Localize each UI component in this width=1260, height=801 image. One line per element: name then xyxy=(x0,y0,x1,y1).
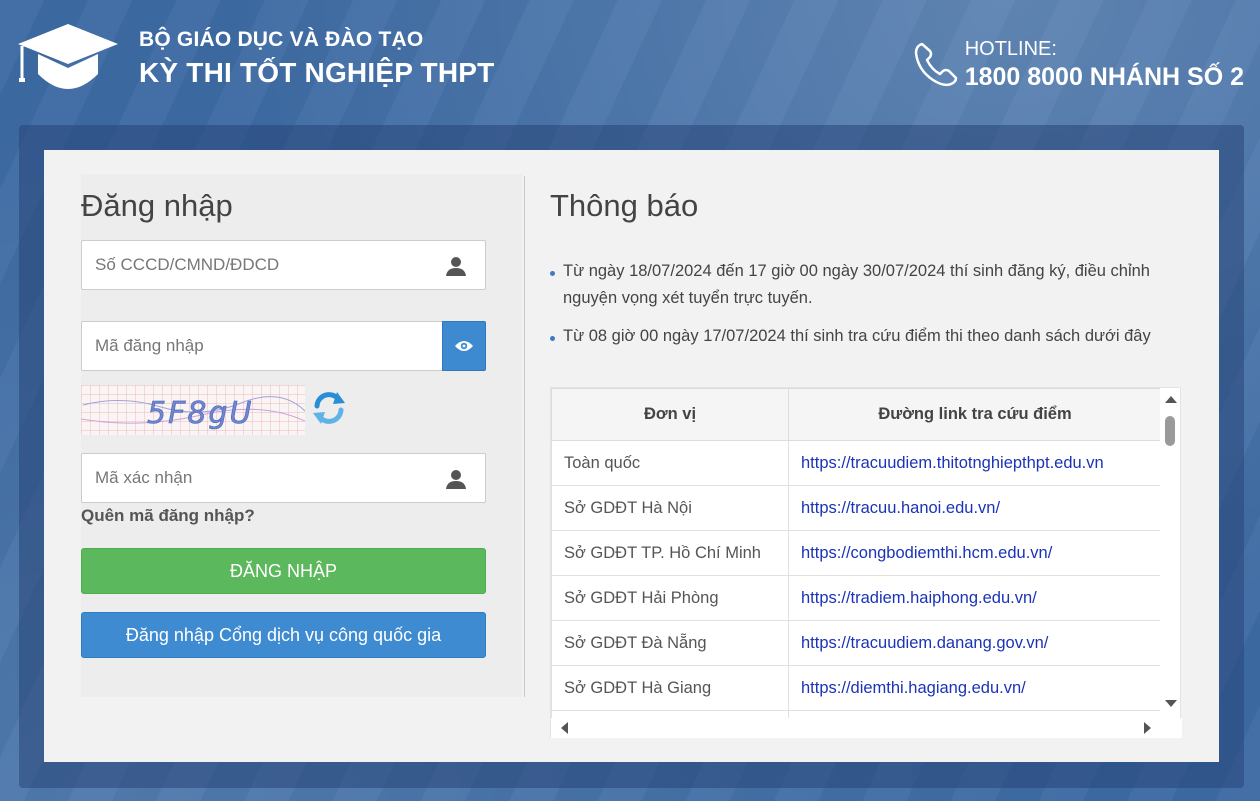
scroll-up-arrow-icon[interactable] xyxy=(1165,396,1177,403)
score-lookup-link[interactable]: https://congbodiemthi.hcm.edu.vn/ xyxy=(801,544,1052,562)
panel-divider xyxy=(524,176,525,697)
graduation-cap-icon[interactable] xyxy=(16,22,120,96)
unit-cell xyxy=(551,710,789,718)
link-cell: https://tracuudiem.danang.gov.vn/ xyxy=(788,620,1162,666)
notice-title: Thông báo xyxy=(550,188,699,223)
show-password-button[interactable] xyxy=(442,321,486,371)
unit-cell: Sở GDĐT Hà Giang xyxy=(551,665,789,711)
column-header-link: Đường link tra cứu điểm xyxy=(788,388,1162,441)
forgot-code-link[interactable]: Quên mã đăng nhập? xyxy=(81,506,255,526)
hotline-number: 1800 8000 NHÁNH SỐ 2 xyxy=(964,63,1244,91)
score-lookup-link[interactable]: https://tracuudiem.thitotnghiepthpt.edu.… xyxy=(801,454,1104,472)
score-lookup-link[interactable]: https://tradiem.haiphong.edu.vn/ xyxy=(801,589,1037,607)
table-row xyxy=(551,710,1162,718)
password-field-wrapper xyxy=(81,321,443,371)
user-icon xyxy=(446,470,466,489)
scroll-right-arrow-icon[interactable] xyxy=(1144,722,1151,734)
score-lookup-link[interactable]: https://tracuudiem.danang.gov.vn/ xyxy=(801,634,1048,652)
table-row: Toàn quốc https://tracuudiem.thitotnghie… xyxy=(551,440,1162,486)
vertical-scrollbar[interactable] xyxy=(1160,388,1180,718)
table-row: Sở GDĐT Hà Giang https://diemthi.hagiang… xyxy=(551,665,1162,711)
link-cell: https://congbodiemthi.hcm.edu.vn/ xyxy=(788,530,1162,576)
scroll-left-arrow-icon[interactable] xyxy=(561,722,568,734)
unit-cell: Sở GDĐT TP. Hồ Chí Minh xyxy=(551,530,789,576)
brand: BỘ GIÁO DỤC VÀ ĐÀO TẠO KỲ THI TỐT NGHIỆP… xyxy=(139,28,494,89)
link-cell: https://diemthi.hagiang.edu.vn/ xyxy=(788,665,1162,711)
site-header: BỘ GIÁO DỤC VÀ ĐÀO TẠO KỲ THI TỐT NGHIỆP… xyxy=(0,0,1260,124)
table-row: Sở GDĐT Đà Nẵng https://tracuudiem.danan… xyxy=(551,620,1162,666)
score-lookup-link[interactable]: https://tracuu.hanoi.edu.vn/ xyxy=(801,499,1000,517)
table-header-row: Đơn vị Đường link tra cứu điểm xyxy=(551,388,1162,441)
id-number-input[interactable] xyxy=(82,241,485,289)
login-button[interactable]: ĐĂNG NHẬP xyxy=(81,548,486,594)
link-cell xyxy=(788,710,1162,718)
link-cell: https://tracuu.hanoi.edu.vn/ xyxy=(788,485,1162,531)
captcha-input[interactable] xyxy=(82,454,485,502)
id-field-wrapper xyxy=(81,240,486,290)
hotline: HOTLINE: 1800 8000 NHÁNH SỐ 2 xyxy=(913,38,1244,92)
ministry-name: BỘ GIÁO DỤC VÀ ĐÀO TẠO xyxy=(139,28,424,51)
refresh-captcha-icon[interactable] xyxy=(311,390,347,426)
captcha-field-wrapper xyxy=(81,453,486,503)
unit-cell: Toàn quốc xyxy=(551,440,789,486)
unit-cell: Sở GDĐT Hải Phòng xyxy=(551,575,789,621)
login-code-input[interactable] xyxy=(82,322,442,370)
notice-item: Từ ngày 18/07/2024 đến 17 giờ 00 ngày 30… xyxy=(550,258,1170,312)
link-cell: https://tradiem.haiphong.edu.vn/ xyxy=(788,575,1162,621)
hotline-label: HOTLINE: xyxy=(964,38,1057,60)
unit-cell: Sở GDĐT Đà Nẵng xyxy=(551,620,789,666)
gov-portal-login-button[interactable]: Đăng nhập Cổng dịch vụ công quốc gia xyxy=(81,612,486,658)
captcha-text: 5F8gU xyxy=(147,396,253,431)
score-lookup-table: Đơn vị Đường link tra cứu điểm Toàn quốc… xyxy=(550,387,1182,738)
user-icon xyxy=(446,257,466,276)
exam-name: KỲ THI TỐT NGHIỆP THPT xyxy=(139,57,495,88)
captcha-image: 5F8gU xyxy=(80,385,306,435)
eye-icon xyxy=(455,341,473,351)
table-row: Sở GDĐT TP. Hồ Chí Minh https://congbodi… xyxy=(551,530,1162,576)
notice-item: Từ 08 giờ 00 ngày 17/07/2024 thí sinh tr… xyxy=(550,323,1170,350)
table-viewport[interactable]: Đơn vị Đường link tra cứu điểm Toàn quốc… xyxy=(551,388,1162,718)
link-cell: https://tracuudiem.thitotnghiepthpt.edu.… xyxy=(788,440,1162,486)
column-header-unit: Đơn vị xyxy=(551,388,789,441)
score-lookup-link[interactable]: https://diemthi.hagiang.edu.vn/ xyxy=(801,679,1026,697)
phone-icon xyxy=(914,42,957,87)
scroll-down-arrow-icon[interactable] xyxy=(1165,700,1177,707)
table-row: Sở GDĐT Hà Nội https://tracuu.hanoi.edu.… xyxy=(551,485,1162,531)
unit-cell: Sở GDĐT Hà Nội xyxy=(551,485,789,531)
login-title: Đăng nhập xyxy=(81,188,233,223)
horizontal-scrollbar[interactable] xyxy=(551,718,1182,738)
table-row: Sở GDĐT Hải Phòng https://tradiem.haipho… xyxy=(551,575,1162,621)
notice-list: Từ ngày 18/07/2024 đến 17 giờ 00 ngày 30… xyxy=(550,258,1170,361)
scroll-thumb[interactable] xyxy=(1165,416,1175,446)
